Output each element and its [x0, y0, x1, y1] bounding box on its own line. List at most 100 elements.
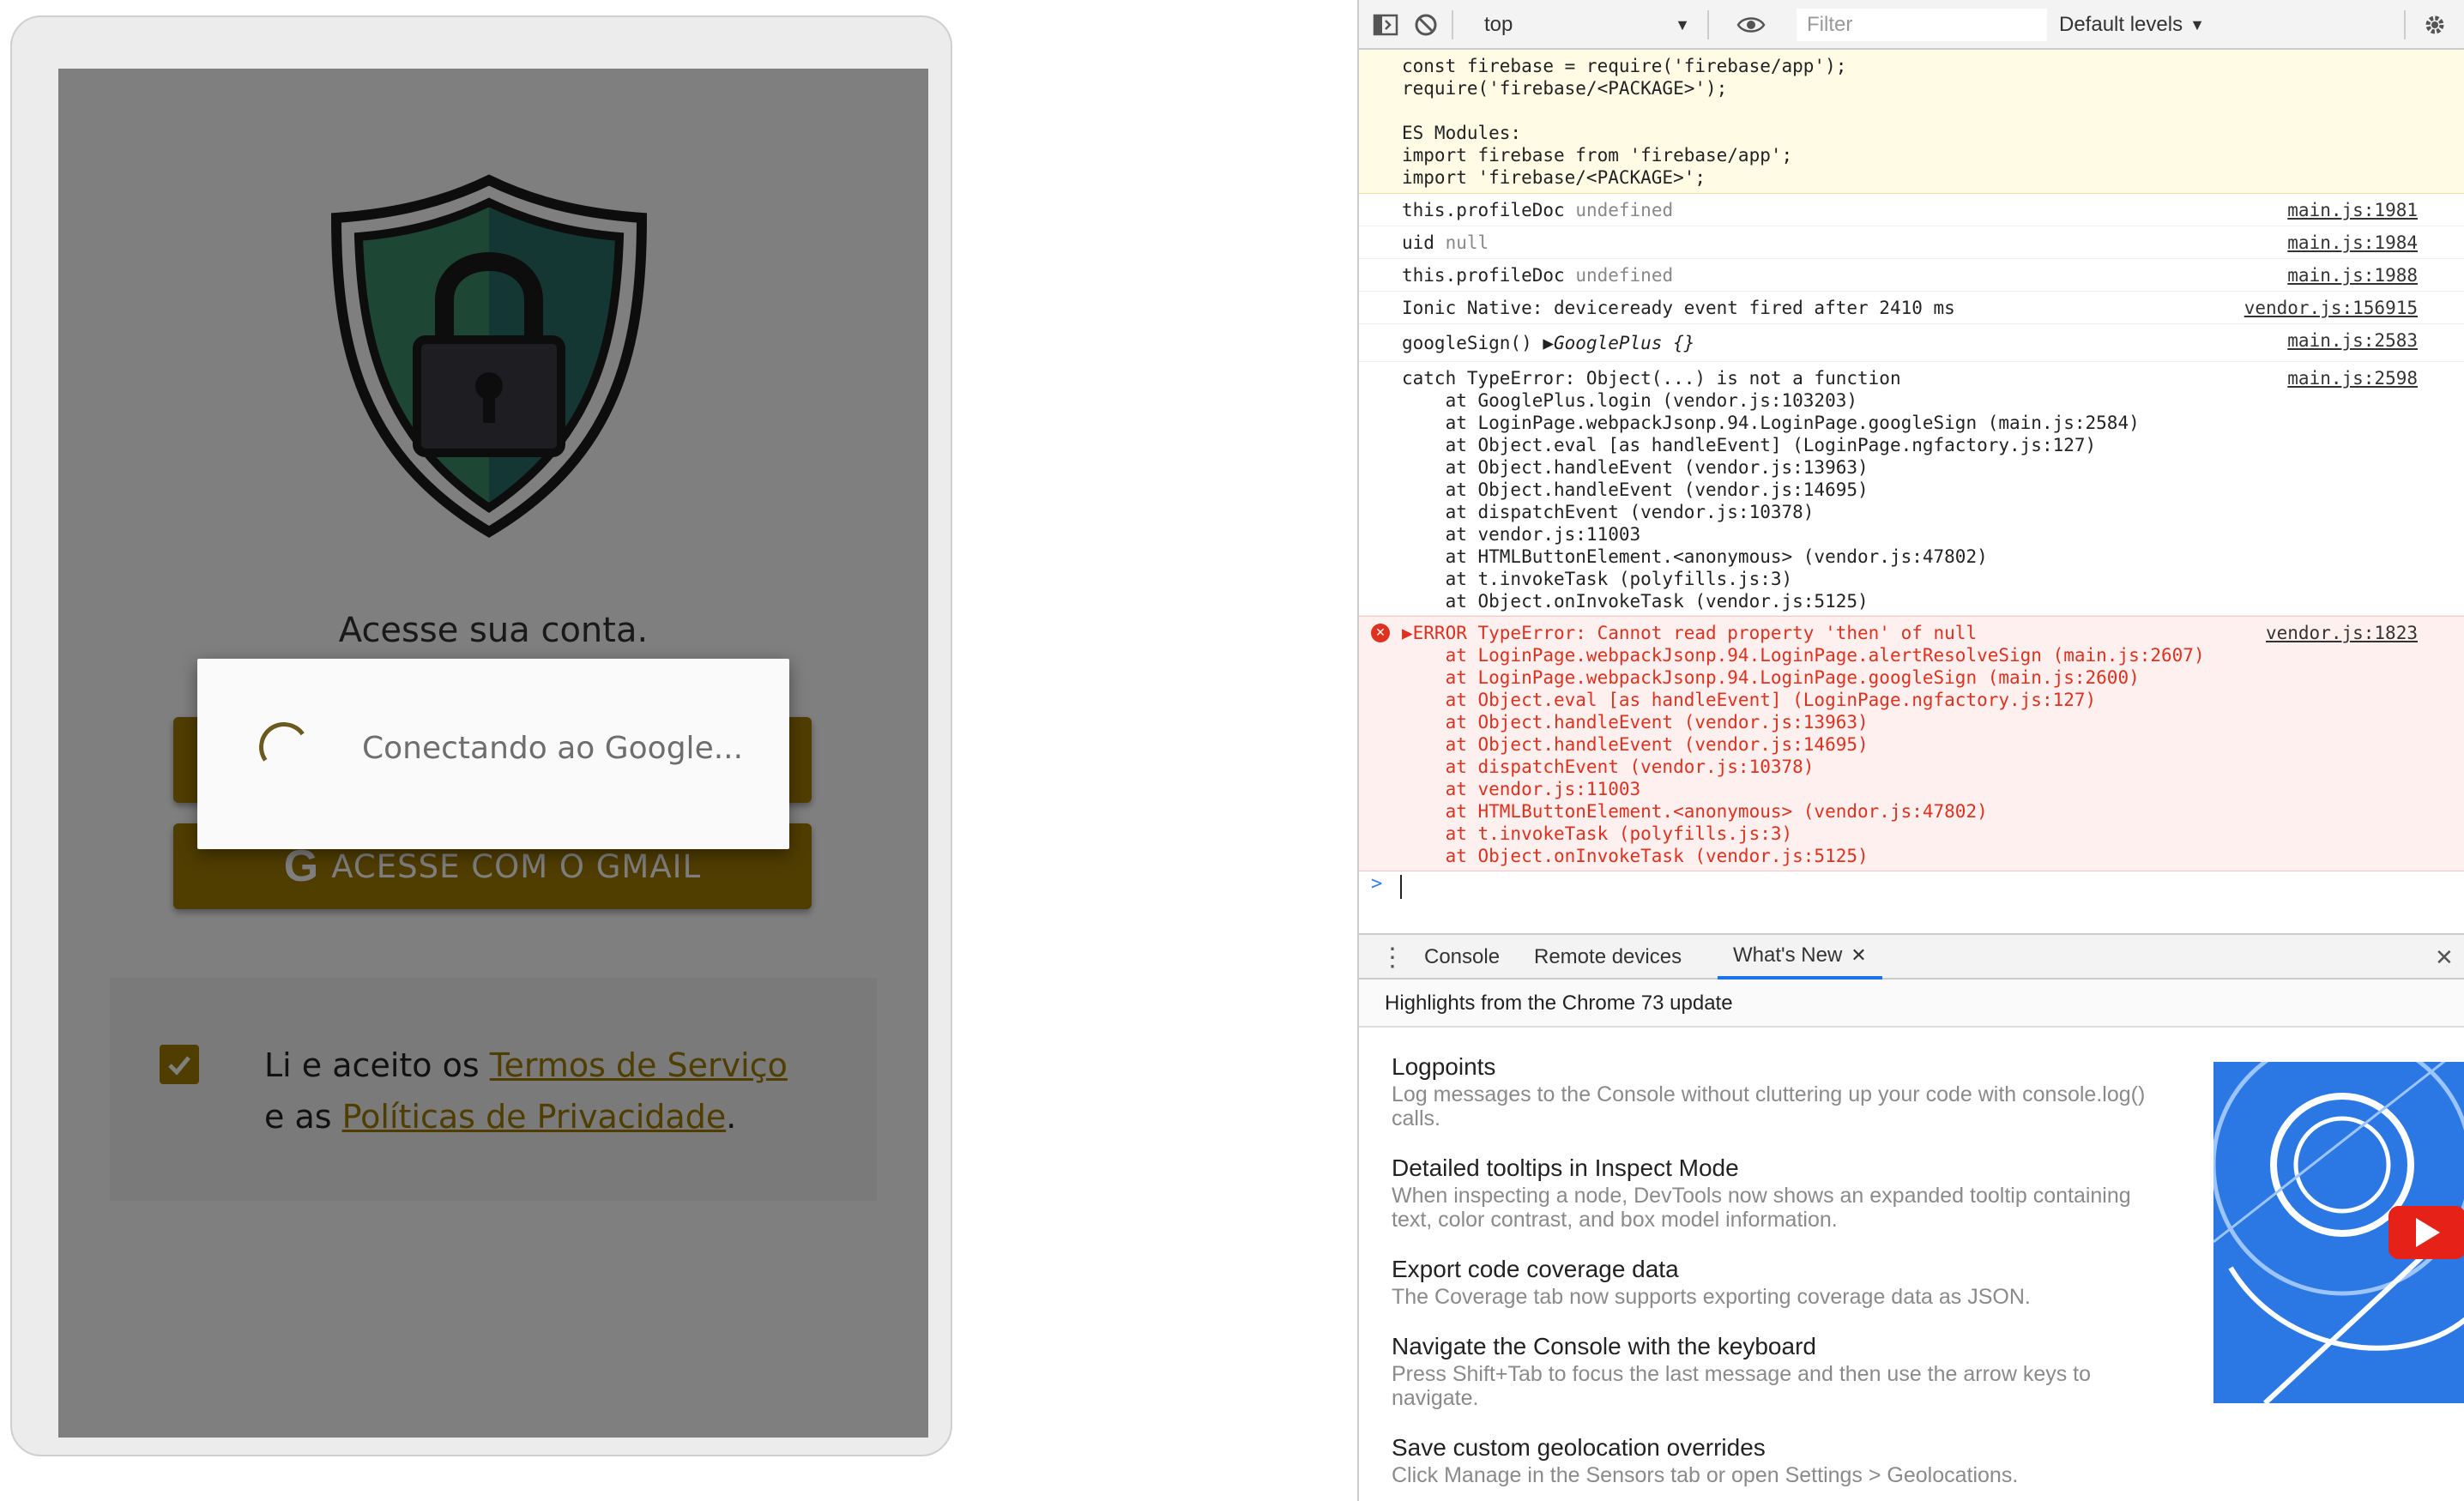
warning-line: import 'firebase/<PACKAGE>'; [1402, 167, 1706, 188]
clear-console-icon[interactable] [1414, 0, 1438, 50]
whats-new-video-thumbnail[interactable] [2213, 1062, 2464, 1403]
log-label: Ionic Native: deviceready event fired af… [1402, 298, 1955, 318]
news-desc: Log messages to the Console without clut… [1392, 1082, 2146, 1130]
log-object-expander[interactable]: ▶GooglePlus {} [1543, 333, 1694, 353]
log-source-link[interactable]: vendor.js:156915 [2244, 297, 2418, 319]
log-source-link[interactable]: main.js:1984 [2287, 232, 2418, 254]
stack-frame[interactable]: at dispatchEvent (vendor.js:10378) [1402, 756, 2205, 778]
stack-frame[interactable]: at HTMLButtonElement.<anonymous> (vendor… [1402, 546, 2140, 568]
console-log-row: Ionic Native: deviceready event fired af… [1359, 292, 2464, 324]
stack-frame[interactable]: at Object.handleEvent (vendor.js:14695) [1402, 479, 2140, 501]
list-item[interactable]: Navigate the Console with the keyboard P… [1392, 1331, 2147, 1410]
tab-whats-new[interactable]: What's New ✕ [1718, 935, 1882, 980]
close-tab-icon[interactable]: ✕ [1851, 944, 1866, 967]
toggle-sidebar-icon[interactable] [1373, 0, 1398, 50]
stack-frame[interactable]: at Object.eval [as handleEvent] (LoginPa… [1402, 689, 2205, 711]
list-item[interactable]: Save custom geolocation overrides Click … [1392, 1432, 2147, 1487]
console-log-row: googleSign() ▶GooglePlus {} main.js:2583 [1359, 324, 2464, 362]
console-output: const firebase = require('firebase/app')… [1359, 50, 2464, 933]
list-item[interactable]: Export code coverage data The Coverage t… [1392, 1254, 2147, 1309]
news-desc: Press Shift+Tab to focus the last messag… [1392, 1362, 2092, 1410]
stack-frame[interactable]: at HTMLButtonElement.<anonymous> (vendor… [1402, 800, 2205, 823]
stack-frame[interactable]: at Object.onInvokeTask (vendor.js:5125) [1402, 590, 2140, 612]
stack-frame[interactable]: at vendor.js:11003 [1402, 778, 2205, 800]
stack-frame[interactable]: at LoginPage.webpackJsonp.94.LoginPage.a… [1402, 644, 2205, 666]
news-title: Export code coverage data [1392, 1256, 1679, 1282]
log-source-link[interactable]: main.js:1981 [2287, 199, 2418, 221]
error-header: catch TypeError: Object(...) is not a fu… [1402, 368, 1901, 389]
console-warning: const firebase = require('firebase/app')… [1359, 50, 2464, 194]
log-label: googleSign() [1402, 333, 1532, 353]
log-levels-label: Default levels [2059, 13, 2183, 36]
stack-frame[interactable]: at t.invokeTask (polyfills.js:3) [1402, 823, 2205, 845]
loading-dialog: Conectando ao Google... [197, 659, 789, 849]
device-frame: Acesse sua conta. G ACESSE COM O GMAIL L… [10, 15, 952, 1456]
loading-message: Conectando ao Google... [362, 731, 744, 766]
list-item[interactable]: Logpoints Log messages to the Console wi… [1392, 1052, 2147, 1130]
console-log-row: uid null main.js:1984 [1359, 226, 2464, 259]
warning-line: const firebase = require('firebase/app')… [1402, 56, 1847, 76]
dropdown-arrow-icon: ▼ [1675, 15, 1690, 33]
console-input-caret[interactable] [1400, 875, 1402, 899]
stack-frame[interactable]: at dispatchEvent (vendor.js:10378) [1402, 501, 2140, 523]
tab-label: Remote devices [1534, 945, 1682, 968]
stack-frame[interactable]: at Object.handleEvent (vendor.js:13963) [1402, 711, 2205, 733]
news-title: Detailed tooltips in Inspect Mode [1392, 1154, 1739, 1181]
stack-frame[interactable]: at LoginPage.webpackJsonp.94.LoginPage.g… [1402, 412, 2140, 434]
console-log-row: this.profileDoc undefined main.js:1981 [1359, 194, 2464, 226]
log-source-link[interactable]: main.js:1988 [2287, 264, 2418, 286]
warning-line: import firebase from 'firebase/app'; [1402, 145, 1793, 166]
warning-line: require('firebase/<PACKAGE>'); [1402, 78, 1728, 99]
drawer-menu-icon[interactable]: ⋮ [1380, 935, 1405, 980]
error-header[interactable]: ▶ERROR TypeError: Cannot read property '… [1402, 622, 2205, 644]
tab-remote-devices[interactable]: Remote devices [1534, 935, 1682, 980]
stack-frame[interactable]: at GooglePlus.login (vendor.js:103203) [1402, 389, 2140, 412]
settings-gear-icon[interactable] [2423, 0, 2447, 50]
context-selector-value: top [1484, 13, 1513, 36]
stack-frame[interactable]: at LoginPage.webpackJsonp.94.LoginPage.g… [1402, 666, 2205, 689]
console-filter-input[interactable] [1797, 9, 2047, 41]
tab-label: Console [1424, 945, 1501, 968]
log-value: undefined [1575, 265, 1674, 286]
tab-label: What's New [1733, 943, 1843, 967]
console-toolbar: top ▼ Default levels ▼ [1359, 0, 2464, 50]
whats-new-list: Logpoints Log messages to the Console wi… [1392, 1052, 2147, 1501]
stack-frame[interactable]: at t.invokeTask (polyfills.js:3) [1402, 568, 2140, 590]
log-source-link[interactable]: main.js:2583 [2287, 329, 2418, 352]
warning-text: const firebase = require('firebase/app')… [1402, 55, 1846, 189]
toolbar-divider [1707, 10, 1709, 39]
chrome-blueprint-image [2213, 1062, 2464, 1403]
devtools-panel: top ▼ Default levels ▼ const firebase = … [1357, 0, 2464, 1501]
stack-frame[interactable]: at vendor.js:11003 [1402, 523, 2140, 546]
log-label: this.profileDoc [1402, 200, 1565, 220]
log-value: undefined [1575, 200, 1674, 220]
loading-spinner-icon [255, 718, 313, 776]
close-drawer-icon[interactable]: ✕ [2435, 935, 2454, 980]
console-caught-error: catch TypeError: Object(...) is not a fu… [1359, 362, 2464, 616]
live-expression-eye-icon[interactable] [1736, 0, 1766, 50]
warning-line: ES Modules: [1402, 123, 1522, 143]
log-label: this.profileDoc [1402, 265, 1565, 286]
log-source-link[interactable]: main.js:2598 [2287, 367, 2418, 389]
stack-frame[interactable]: at Object.onInvokeTask (vendor.js:5125) [1402, 845, 2205, 867]
dropdown-arrow-icon: ▼ [2189, 15, 2205, 33]
list-item[interactable]: Detailed tooltips in Inspect Mode When i… [1392, 1153, 2147, 1232]
news-title: Save custom geolocation overrides [1392, 1434, 1766, 1461]
caught-error-text: catch TypeError: Object(...) is not a fu… [1402, 367, 2140, 612]
news-title: Logpoints [1392, 1053, 1496, 1080]
warning-line [1402, 99, 1846, 122]
console-prompt-icon: > [1371, 873, 1383, 895]
stack-frame[interactable]: at Object.eval [as handleEvent] (LoginPa… [1402, 434, 2140, 456]
context-selector[interactable]: top ▼ [1484, 0, 1690, 50]
console-log-row: this.profileDoc undefined main.js:1988 [1359, 259, 2464, 292]
whats-new-subtitle: Highlights from the Chrome 73 update [1359, 980, 2464, 1028]
news-desc: The Coverage tab now supports exporting … [1392, 1285, 2031, 1309]
error-text: ▶ERROR TypeError: Cannot read property '… [1402, 622, 2205, 867]
log-levels-dropdown[interactable]: Default levels ▼ [2059, 0, 2205, 50]
console-error: ✕ ▶ERROR TypeError: Cannot read property… [1359, 616, 2464, 871]
stack-frame[interactable]: at Object.handleEvent (vendor.js:14695) [1402, 733, 2205, 756]
tab-console[interactable]: Console [1424, 935, 1500, 980]
toolbar-divider [2404, 10, 2406, 39]
stack-frame[interactable]: at Object.handleEvent (vendor.js:13963) [1402, 456, 2140, 479]
log-source-link[interactable]: vendor.js:1823 [2266, 622, 2418, 644]
